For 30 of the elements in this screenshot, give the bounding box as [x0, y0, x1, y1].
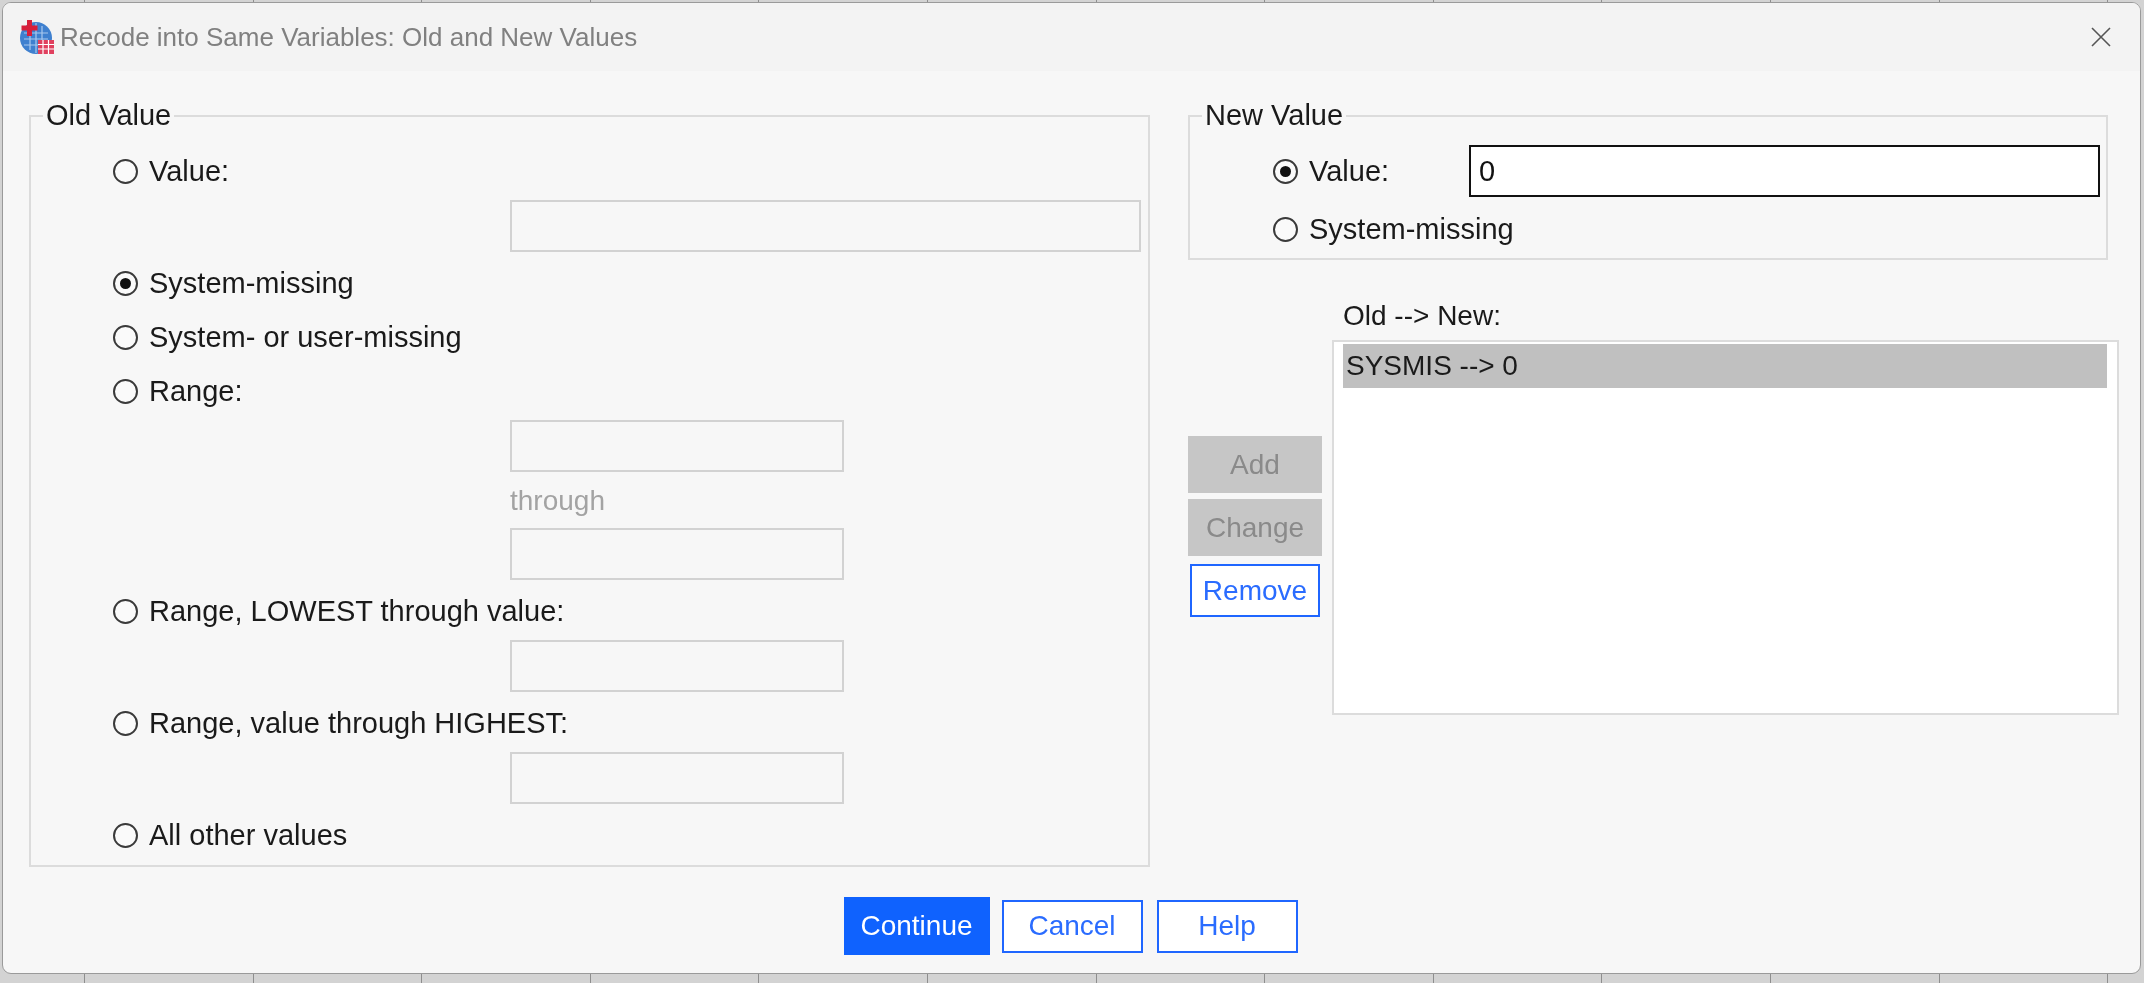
- mapping-list[interactable]: SYSMIS --> 0: [1332, 340, 2119, 715]
- radio-button[interactable]: [113, 270, 138, 296]
- radio-button[interactable]: [113, 598, 138, 624]
- window-title: Recode into Same Variables: Old and New Values: [60, 21, 638, 54]
- radio-button[interactable]: [113, 710, 138, 736]
- option-label[interactable]: Value:: [149, 154, 230, 188]
- radio-button[interactable]: [113, 158, 138, 184]
- option-label[interactable]: All other values: [149, 818, 348, 852]
- option-label[interactable]: Range:: [149, 374, 243, 408]
- radio-button[interactable]: [1273, 216, 1298, 242]
- radio-button[interactable]: [113, 324, 138, 350]
- cancel-button[interactable]: Cancel: [1001, 899, 1143, 953]
- option-label[interactable]: Value:: [1309, 154, 1390, 188]
- list-label: Old --> New:: [1343, 299, 1501, 333]
- list-item[interactable]: SYSMIS --> 0: [1343, 344, 2107, 388]
- radio-button[interactable]: [113, 822, 138, 848]
- option-label[interactable]: System- or user-missing: [149, 320, 462, 354]
- radio-button[interactable]: [113, 378, 138, 404]
- close-icon: [2091, 27, 2111, 47]
- continue-button[interactable]: Continue: [843, 897, 990, 955]
- radio-button[interactable]: [1273, 158, 1298, 184]
- option-label[interactable]: System-missing: [149, 266, 354, 300]
- input-field[interactable]: 0: [1469, 145, 2100, 197]
- option-label[interactable]: Range, value through HIGHEST:: [149, 706, 569, 740]
- help-button[interactable]: Help: [1156, 899, 1298, 953]
- option-label[interactable]: Range, LOWEST through value:: [149, 594, 565, 628]
- option-label[interactable]: System-missing: [1309, 212, 1514, 246]
- field-caption: through: [510, 484, 605, 518]
- table-plus-icon: [19, 19, 55, 55]
- remove-button[interactable]: Remove: [1190, 564, 1320, 617]
